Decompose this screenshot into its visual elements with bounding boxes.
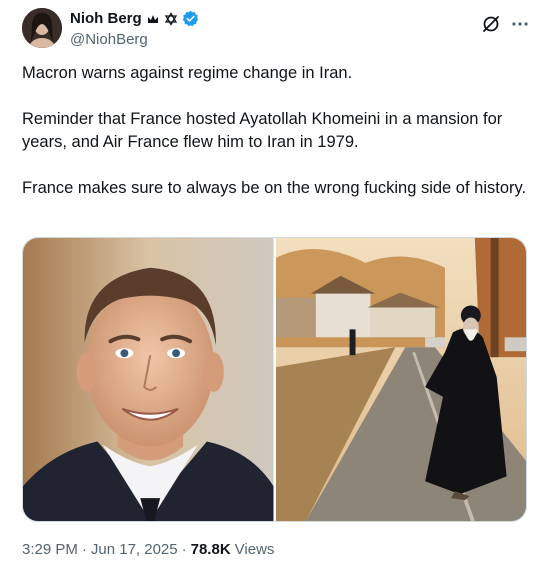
tweet-paragraph: France makes sure to always be on the wr… — [22, 179, 527, 197]
grok-icon[interactable] — [481, 14, 501, 34]
tweet-time[interactable]: 3:29 PM — [22, 541, 78, 558]
tweet-paragraph: Macron warns against regime change in Ir… — [22, 64, 353, 82]
verified-badge-icon[interactable] — [182, 10, 199, 27]
star-of-david-icon — [164, 11, 178, 26]
tweet-text: Macron warns against regime change in Ir… — [22, 62, 527, 223]
more-horizontal-icon[interactable] — [510, 14, 530, 34]
tweet: Nioh Berg @NiohBerg Macron warns against… — [0, 0, 555, 564]
media-photo-street[interactable] — [275, 238, 526, 521]
separator: · — [181, 541, 187, 558]
views-label: Views — [234, 541, 275, 558]
avatar[interactable] — [22, 8, 62, 48]
media-grid — [22, 237, 527, 522]
crown-icon — [146, 12, 160, 26]
tweet-meta: 3:29 PM · Jun 17, 2025 · 78.8K Views — [22, 541, 274, 558]
handle[interactable]: @NiohBerg — [70, 31, 148, 48]
tweet-date[interactable]: Jun 17, 2025 — [91, 541, 178, 558]
display-name[interactable]: Nioh Berg — [70, 10, 142, 27]
separator: · — [81, 541, 87, 558]
views-count[interactable]: 78.8K — [191, 541, 231, 558]
media-photo-portrait[interactable] — [23, 238, 274, 521]
tweet-paragraph: Reminder that France hosted Ayatollah Kh… — [22, 110, 503, 151]
